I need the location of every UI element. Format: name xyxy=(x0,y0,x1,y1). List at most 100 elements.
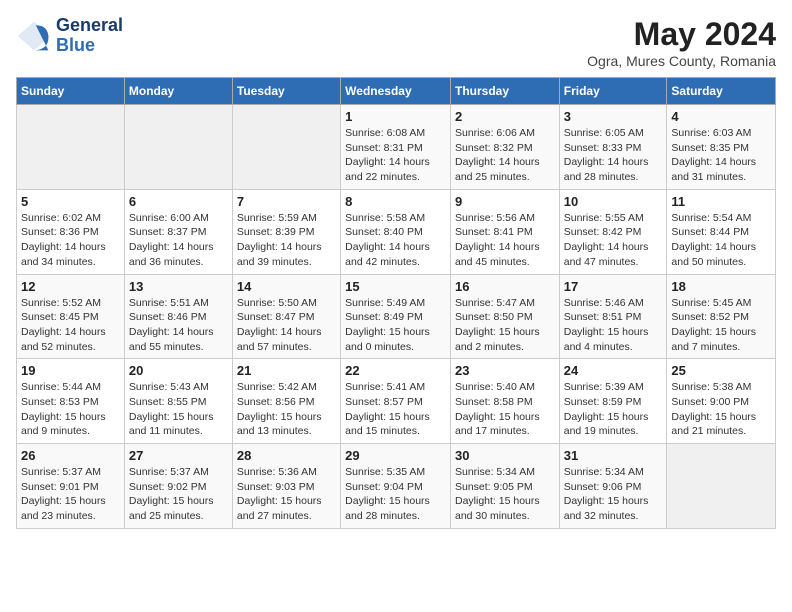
day-number: 20 xyxy=(129,363,228,378)
calendar-cell: 1 Sunrise: 6:08 AMSunset: 8:31 PMDaylight… xyxy=(341,105,451,190)
day-number: 30 xyxy=(455,448,555,463)
day-number: 4 xyxy=(671,109,771,124)
day-info: Sunrise: 5:41 AMSunset: 8:57 PMDaylight:… xyxy=(345,380,446,439)
logo-general: General xyxy=(56,16,123,36)
location: Ogra, Mures County, Romania xyxy=(587,53,776,69)
logo-text: General Blue xyxy=(56,16,123,56)
day-number: 28 xyxy=(237,448,336,463)
day-number: 3 xyxy=(564,109,663,124)
day-info: Sunrise: 5:43 AMSunset: 8:55 PMDaylight:… xyxy=(129,380,228,439)
calendar-cell: 29 Sunrise: 5:35 AMSunset: 9:04 PMDayligh… xyxy=(341,444,451,529)
weekday-header-sunday: Sunday xyxy=(17,78,125,105)
day-info: Sunrise: 5:42 AMSunset: 8:56 PMDaylight:… xyxy=(237,380,336,439)
day-info: Sunrise: 5:37 AMSunset: 9:01 PMDaylight:… xyxy=(21,465,120,524)
calendar-cell: 13Sunrise: 5:51 AMSunset: 8:46 PMDayligh… xyxy=(124,274,232,359)
day-number: 8 xyxy=(345,194,446,209)
day-number: 6 xyxy=(129,194,228,209)
calendar-cell: 2Sunrise: 6:06 AMSunset: 8:32 PMDaylight… xyxy=(450,105,559,190)
calendar-cell xyxy=(232,105,340,190)
logo-blue: Blue xyxy=(56,36,123,56)
calendar-cell: 11Sunrise: 5:54 AMSunset: 8:44 PMDayligh… xyxy=(667,189,776,274)
calendar-cell: 22 Sunrise: 5:41 AMSunset: 8:57 PMDayligh… xyxy=(341,359,451,444)
calendar-cell: 14 Sunrise: 5:50 AMSunset: 8:47 PMDayligh… xyxy=(232,274,340,359)
day-number: 22 xyxy=(345,363,446,378)
weekday-header-monday: Monday xyxy=(124,78,232,105)
calendar-cell: 20 Sunrise: 5:43 AMSunset: 8:55 PMDayligh… xyxy=(124,359,232,444)
day-number: 18 xyxy=(671,279,771,294)
day-info: Sunrise: 5:34 AMSunset: 9:05 PMDaylight:… xyxy=(455,465,555,524)
day-info: Sunrise: 5:59 AMSunset: 8:39 PMDaylight:… xyxy=(237,211,336,270)
day-number: 13 xyxy=(129,279,228,294)
day-info: Sunrise: 5:46 AMSunset: 8:51 PMDaylight:… xyxy=(564,296,663,355)
day-info: Sunrise: 5:50 AMSunset: 8:47 PMDaylight:… xyxy=(237,296,336,355)
day-number: 2 xyxy=(455,109,555,124)
calendar-cell: 18 Sunrise: 5:45 AMSunset: 8:52 PMDayligh… xyxy=(667,274,776,359)
calendar-cell: 12Sunrise: 5:52 AMSunset: 8:45 PMDayligh… xyxy=(17,274,125,359)
day-number: 14 xyxy=(237,279,336,294)
calendar-cell: 21 Sunrise: 5:42 AMSunset: 8:56 PMDayligh… xyxy=(232,359,340,444)
calendar-cell: 15Sunrise: 5:49 AMSunset: 8:49 PMDayligh… xyxy=(341,274,451,359)
day-info: Sunrise: 5:36 AMSunset: 9:03 PMDaylight:… xyxy=(237,465,336,524)
day-number: 29 xyxy=(345,448,446,463)
calendar-cell: 10Sunrise: 5:55 AMSunset: 8:42 PMDayligh… xyxy=(559,189,667,274)
calendar-week-row: 26 Sunrise: 5:37 AMSunset: 9:01 PMDayligh… xyxy=(17,444,776,529)
day-number: 23 xyxy=(455,363,555,378)
calendar-week-row: 12Sunrise: 5:52 AMSunset: 8:45 PMDayligh… xyxy=(17,274,776,359)
calendar-cell: 25Sunrise: 5:38 AMSunset: 9:00 PMDayligh… xyxy=(667,359,776,444)
calendar-cell: 3 Sunrise: 6:05 AMSunset: 8:33 PMDaylight… xyxy=(559,105,667,190)
day-info: Sunrise: 5:40 AMSunset: 8:58 PMDaylight:… xyxy=(455,380,555,439)
day-info: Sunrise: 5:49 AMSunset: 8:49 PMDaylight:… xyxy=(345,296,446,355)
calendar-week-row: 1 Sunrise: 6:08 AMSunset: 8:31 PMDaylight… xyxy=(17,105,776,190)
calendar-cell: 23 Sunrise: 5:40 AMSunset: 8:58 PMDayligh… xyxy=(450,359,559,444)
calendar-cell: 19Sunrise: 5:44 AMSunset: 8:53 PMDayligh… xyxy=(17,359,125,444)
day-info: Sunrise: 5:47 AMSunset: 8:50 PMDaylight:… xyxy=(455,296,555,355)
day-info: Sunrise: 5:45 AMSunset: 8:52 PMDaylight:… xyxy=(671,296,771,355)
day-number: 27 xyxy=(129,448,228,463)
logo: General Blue xyxy=(16,16,123,56)
day-number: 9 xyxy=(455,194,555,209)
calendar-cell: 27 Sunrise: 5:37 AMSunset: 9:02 PMDayligh… xyxy=(124,444,232,529)
day-number: 21 xyxy=(237,363,336,378)
day-info: Sunrise: 5:34 AMSunset: 9:06 PMDaylight:… xyxy=(564,465,663,524)
calendar-cell: 31 Sunrise: 5:34 AMSunset: 9:06 PMDayligh… xyxy=(559,444,667,529)
day-info: Sunrise: 6:00 AMSunset: 8:37 PMDaylight:… xyxy=(129,211,228,270)
calendar-cell: 24 Sunrise: 5:39 AMSunset: 8:59 PMDayligh… xyxy=(559,359,667,444)
day-info: Sunrise: 5:35 AMSunset: 9:04 PMDaylight:… xyxy=(345,465,446,524)
day-number: 1 xyxy=(345,109,446,124)
calendar-cell: 4 Sunrise: 6:03 AMSunset: 8:35 PMDaylight… xyxy=(667,105,776,190)
day-info: Sunrise: 6:05 AMSunset: 8:33 PMDaylight:… xyxy=(564,126,663,185)
calendar-week-row: 5Sunrise: 6:02 AMSunset: 8:36 PMDaylight… xyxy=(17,189,776,274)
day-number: 7 xyxy=(237,194,336,209)
day-info: Sunrise: 6:08 AMSunset: 8:31 PMDaylight:… xyxy=(345,126,446,185)
day-info: Sunrise: 5:38 AMSunset: 9:00 PMDaylight:… xyxy=(671,380,771,439)
weekday-header-thursday: Thursday xyxy=(450,78,559,105)
day-number: 26 xyxy=(21,448,120,463)
weekday-header-wednesday: Wednesday xyxy=(341,78,451,105)
calendar-cell: 26 Sunrise: 5:37 AMSunset: 9:01 PMDayligh… xyxy=(17,444,125,529)
calendar-cell: 16 Sunrise: 5:47 AMSunset: 8:50 PMDayligh… xyxy=(450,274,559,359)
general-blue-logo-icon xyxy=(16,18,52,54)
calendar-cell xyxy=(124,105,232,190)
calendar-cell xyxy=(667,444,776,529)
day-number: 11 xyxy=(671,194,771,209)
day-info: Sunrise: 6:02 AMSunset: 8:36 PMDaylight:… xyxy=(21,211,120,270)
calendar-week-row: 19Sunrise: 5:44 AMSunset: 8:53 PMDayligh… xyxy=(17,359,776,444)
day-info: Sunrise: 6:03 AMSunset: 8:35 PMDaylight:… xyxy=(671,126,771,185)
calendar-cell: 9Sunrise: 5:56 AMSunset: 8:41 PMDaylight… xyxy=(450,189,559,274)
day-number: 10 xyxy=(564,194,663,209)
day-number: 16 xyxy=(455,279,555,294)
calendar-cell: 28 Sunrise: 5:36 AMSunset: 9:03 PMDayligh… xyxy=(232,444,340,529)
day-info: Sunrise: 5:39 AMSunset: 8:59 PMDaylight:… xyxy=(564,380,663,439)
calendar-cell: 6 Sunrise: 6:00 AMSunset: 8:37 PMDaylight… xyxy=(124,189,232,274)
day-info: Sunrise: 5:52 AMSunset: 8:45 PMDaylight:… xyxy=(21,296,120,355)
calendar-cell: 8Sunrise: 5:58 AMSunset: 8:40 PMDaylight… xyxy=(341,189,451,274)
weekday-header-tuesday: Tuesday xyxy=(232,78,340,105)
day-number: 24 xyxy=(564,363,663,378)
day-number: 31 xyxy=(564,448,663,463)
title-block: May 2024 Ogra, Mures County, Romania xyxy=(587,16,776,69)
day-info: Sunrise: 5:44 AMSunset: 8:53 PMDaylight:… xyxy=(21,380,120,439)
day-number: 17 xyxy=(564,279,663,294)
calendar-header: SundayMondayTuesdayWednesdayThursdayFrid… xyxy=(17,78,776,105)
day-info: Sunrise: 5:37 AMSunset: 9:02 PMDaylight:… xyxy=(129,465,228,524)
calendar-cell: 7 Sunrise: 5:59 AMSunset: 8:39 PMDaylight… xyxy=(232,189,340,274)
